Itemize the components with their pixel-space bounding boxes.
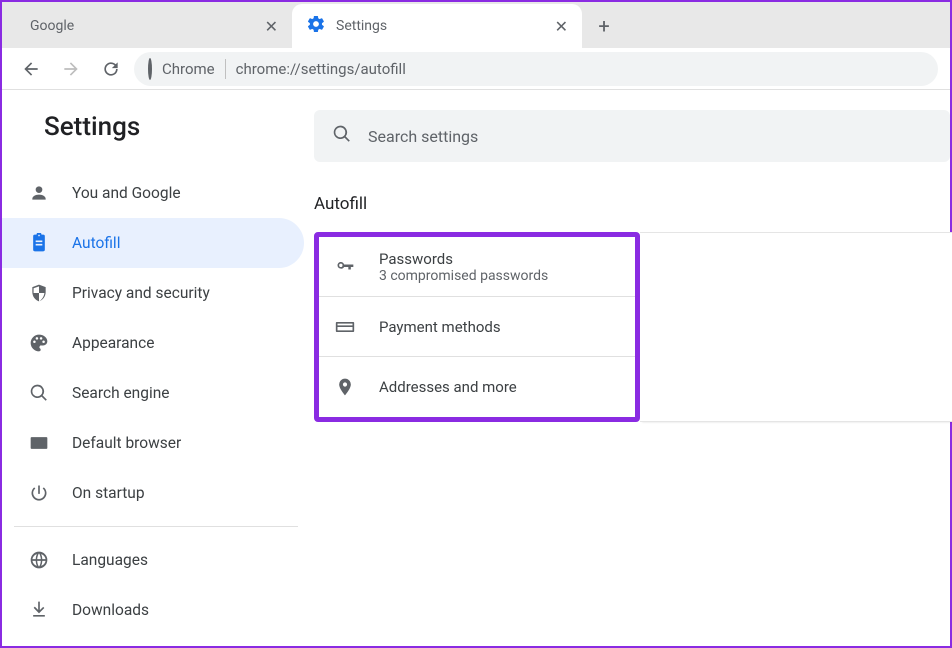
address-bar[interactable]: Chrome chrome://settings/autofill	[134, 52, 938, 86]
settings-search[interactable]: Search settings	[314, 110, 950, 162]
globe-icon	[28, 550, 50, 570]
settings-page: Settings You and Google Autofill Privacy…	[2, 90, 950, 646]
settings-brand: Settings	[2, 112, 314, 168]
sidebar-item-label: Search engine	[72, 384, 170, 402]
address-label: Chrome	[162, 60, 215, 78]
close-icon[interactable]: ✕	[265, 17, 278, 36]
browser-toolbar: Chrome chrome://settings/autofill	[2, 48, 950, 90]
palette-icon	[28, 333, 50, 353]
sidebar-item-label: Appearance	[72, 334, 154, 352]
tab-title: Settings	[336, 18, 545, 34]
search-icon	[28, 383, 50, 403]
key-icon	[335, 257, 357, 277]
clipboard-icon	[28, 233, 50, 253]
person-icon	[28, 183, 50, 203]
sidebar-item-label: Default browser	[72, 434, 181, 452]
sidebar-item-privacy[interactable]: Privacy and security	[2, 268, 304, 318]
back-button[interactable]	[14, 52, 48, 86]
card-icon	[335, 317, 357, 337]
search-icon	[332, 124, 352, 148]
row-title: Payment methods	[379, 318, 501, 336]
tab-settings[interactable]: Settings ✕	[292, 4, 582, 48]
browser-icon	[28, 433, 50, 453]
row-title: Passwords	[379, 250, 548, 268]
power-icon	[28, 483, 50, 503]
sidebar-item-label: You and Google	[72, 184, 181, 202]
sidebar-divider	[14, 526, 298, 527]
sidebar-item-label: Privacy and security	[72, 284, 210, 302]
new-tab-button[interactable]: +	[588, 10, 620, 42]
separator	[225, 59, 226, 79]
sidebar-item-search-engine[interactable]: Search engine	[2, 368, 304, 418]
card-extension	[640, 232, 952, 422]
row-payment-methods[interactable]: Payment methods	[319, 297, 635, 357]
download-icon	[28, 600, 50, 620]
row-addresses[interactable]: Addresses and more	[319, 357, 635, 417]
address-url: chrome://settings/autofill	[236, 60, 406, 78]
close-icon[interactable]: ✕	[555, 17, 568, 36]
tab-google[interactable]: Google ✕	[2, 4, 292, 48]
sidebar-item-label: Autofill	[72, 234, 120, 252]
row-subtitle: 3 compromised passwords	[379, 268, 548, 284]
forward-button[interactable]	[54, 52, 88, 86]
gear-icon	[306, 14, 326, 38]
search-placeholder: Search settings	[368, 127, 478, 146]
settings-main: Search settings Autofill Passwords 3 com…	[314, 90, 950, 646]
section-title: Autofill	[314, 194, 950, 214]
location-icon	[335, 377, 357, 397]
sidebar-item-label: Downloads	[72, 601, 149, 619]
row-title: Addresses and more	[379, 378, 517, 396]
sidebar-item-downloads[interactable]: Downloads	[2, 585, 304, 635]
autofill-card: Passwords 3 compromised passwords Paymen…	[314, 232, 640, 422]
sidebar-item-autofill[interactable]: Autofill	[2, 218, 304, 268]
shield-icon	[28, 283, 50, 303]
sidebar-item-default-browser[interactable]: Default browser	[2, 418, 304, 468]
browser-tab-strip: Google ✕ Settings ✕ +	[2, 2, 950, 48]
reload-button[interactable]	[94, 52, 128, 86]
sidebar-item-appearance[interactable]: Appearance	[2, 318, 304, 368]
site-identity-icon	[148, 60, 152, 78]
settings-sidebar: Settings You and Google Autofill Privacy…	[2, 90, 314, 646]
sidebar-item-on-startup[interactable]: On startup	[2, 468, 304, 518]
row-passwords[interactable]: Passwords 3 compromised passwords	[319, 237, 635, 297]
sidebar-item-label: On startup	[72, 484, 145, 502]
page-title: Settings	[44, 112, 140, 142]
sidebar-item-you-and-google[interactable]: You and Google	[2, 168, 304, 218]
sidebar-item-label: Languages	[72, 551, 148, 569]
tab-title: Google	[30, 18, 255, 34]
sidebar-item-languages[interactable]: Languages	[2, 535, 304, 585]
google-favicon	[16, 18, 20, 34]
